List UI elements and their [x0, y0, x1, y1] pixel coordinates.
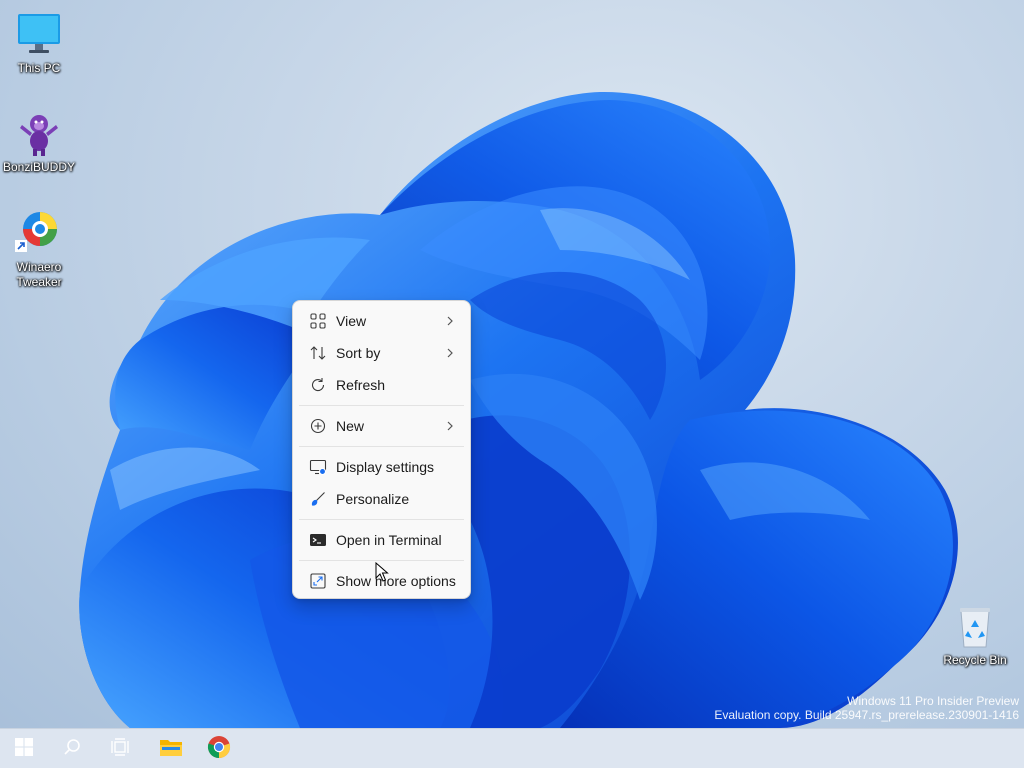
expand-icon: [309, 572, 327, 590]
menu-item-sort-by[interactable]: Sort by: [293, 337, 470, 369]
mouse-pointer-icon: [375, 561, 389, 582]
menu-item-open-in-terminal[interactable]: Open in Terminal: [293, 524, 470, 556]
sort-arrows-icon: [309, 344, 327, 362]
menu-item-display-settings[interactable]: Display settings: [293, 451, 470, 483]
desktop-icon-bonzibuddy[interactable]: BonziBUDDY: [1, 110, 77, 175]
watermark-line-build: Evaluation copy. Build 25947.rs_prerelea…: [714, 708, 1019, 722]
winaero-tweaker-icon: [15, 210, 63, 258]
terminal-icon: [309, 531, 327, 549]
menu-item-personalize[interactable]: Personalize: [293, 483, 470, 515]
grid-icon: [309, 312, 327, 330]
menu-separator: [299, 560, 464, 561]
menu-item-label: Sort by: [336, 345, 381, 361]
chevron-right-icon: [446, 346, 454, 360]
watermark-line-edition: Windows 11 Pro Insider Preview: [847, 694, 1019, 708]
label-line-1: Winaero: [16, 260, 62, 274]
menu-separator: [299, 519, 464, 520]
file-explorer-button[interactable]: [151, 733, 191, 765]
desktop-icon-recycle-bin[interactable]: Recycle Bin: [937, 603, 1013, 668]
chrome-icon: [207, 735, 231, 763]
desktop-icon-label: Recycle Bin: [943, 653, 1007, 667]
menu-item-label: New: [336, 418, 365, 434]
menu-item-label: Show more options: [336, 573, 456, 589]
brush-icon: [309, 490, 327, 508]
menu-item-label: Personalize: [336, 491, 410, 507]
menu-item-label: Open in Terminal: [336, 532, 442, 548]
chevron-right-icon: [446, 314, 454, 328]
menu-item-label: Refresh: [336, 377, 386, 393]
file-explorer-icon: [159, 736, 183, 762]
menu-item-view[interactable]: View: [293, 305, 470, 337]
plus-circle-icon: [309, 417, 327, 435]
task-view-icon: [111, 738, 129, 760]
desktop-icon-label: This PC: [17, 61, 61, 75]
taskbar: [0, 728, 1024, 768]
bloom-wallpaper-graphic: [79, 91, 958, 728]
desktop-icon-label: BonziBUDDY: [2, 160, 76, 174]
desktop-wallpaper[interactable]: This PC BonziBUDDY Winaero Tweaker Recyc…: [0, 0, 1024, 728]
recycle-bin-icon: [951, 603, 999, 651]
task-view-button[interactable]: [100, 733, 140, 765]
search-icon: [63, 738, 81, 760]
refresh-icon: [309, 376, 327, 394]
purple-gorilla-icon: [15, 110, 63, 158]
chevron-right-icon: [446, 419, 454, 433]
evaluation-watermark: Windows 11 Pro Insider Preview Evaluatio…: [714, 694, 1019, 722]
desktop-icon-this-pc[interactable]: This PC: [1, 11, 77, 76]
desktop-icon-winaero-tweaker[interactable]: Winaero Tweaker: [1, 210, 77, 290]
menu-separator: [299, 405, 464, 406]
label-line-2: Tweaker: [16, 275, 62, 289]
menu-item-label: View: [336, 313, 367, 329]
menu-item-new[interactable]: New: [293, 410, 470, 442]
chrome-button[interactable]: [199, 733, 239, 765]
search-button[interactable]: [52, 733, 92, 765]
start-icon: [15, 738, 33, 760]
menu-separator: [299, 446, 464, 447]
display-settings-icon: [309, 458, 327, 476]
start-button[interactable]: [4, 733, 44, 765]
desktop-context-menu: View Sort by Refresh New Display setting…: [292, 300, 471, 599]
monitor-icon: [15, 11, 63, 59]
desktop-icon-label: Winaero Tweaker: [1, 260, 77, 290]
menu-item-refresh[interactable]: Refresh: [293, 369, 470, 401]
menu-item-label: Display settings: [336, 459, 435, 475]
